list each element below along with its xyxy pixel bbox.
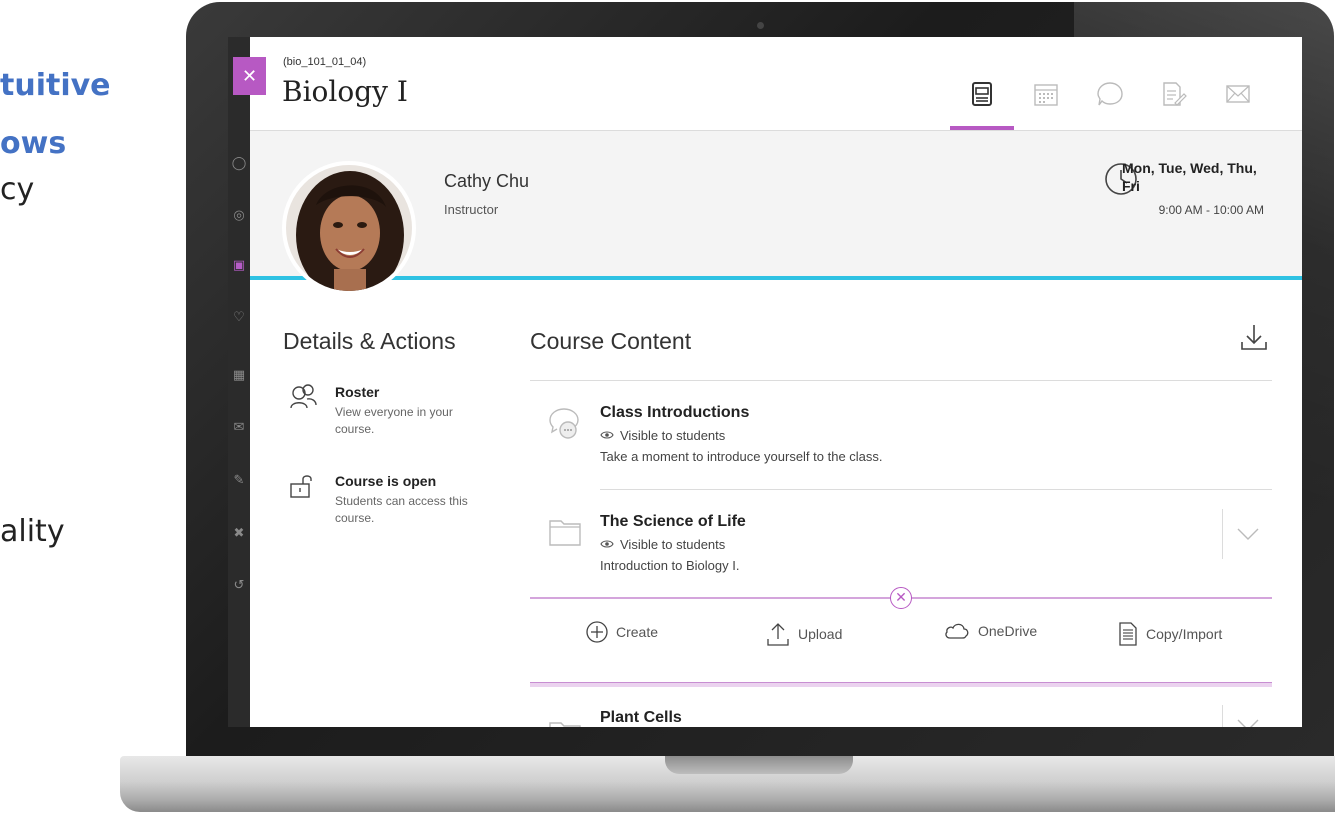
laptop-screen: ◯ ◎ ▣ ♡ ▦ ✉ ✎ ✖ ↺ (bio_101_01_04) Biolog… bbox=[228, 37, 1302, 727]
messages-icon bbox=[1226, 85, 1250, 103]
close-button[interactable]: ✕ bbox=[233, 57, 266, 95]
copy-import-button[interactable]: Copy/Import bbox=[1118, 621, 1222, 647]
onedrive-label: OneDrive bbox=[978, 623, 1038, 639]
folder-icon bbox=[549, 722, 581, 727]
roster-icon bbox=[290, 384, 317, 409]
chevron-down-icon bbox=[1237, 719, 1258, 727]
instructor-name[interactable]: Cathy Chu bbox=[444, 171, 529, 192]
courses-icon[interactable]: ▣ bbox=[231, 257, 247, 273]
plus-circle-icon bbox=[586, 621, 608, 643]
tab-gradebook[interactable] bbox=[1142, 75, 1206, 130]
visibility-label: Visible to students bbox=[620, 428, 726, 443]
chevron-down-icon bbox=[1237, 528, 1258, 540]
course-access-description: Students can access this course. bbox=[335, 494, 468, 525]
office-hours-time: 9:00 AM - 10:00 AM bbox=[1158, 203, 1264, 217]
cloud-icon bbox=[945, 623, 969, 639]
onedrive-button[interactable]: OneDrive bbox=[944, 621, 1037, 641]
instructor-role: Instructor bbox=[444, 202, 499, 217]
calendar-icon[interactable]: ▦ bbox=[231, 367, 247, 383]
create-button[interactable]: Create bbox=[586, 621, 658, 643]
upload-button[interactable]: Upload bbox=[766, 621, 842, 647]
slide-bullet-text: cy bbox=[0, 172, 35, 207]
item-separator bbox=[600, 489, 1272, 490]
tab-course-content[interactable] bbox=[950, 75, 1014, 130]
slide-heading-line1: tuitive bbox=[0, 68, 111, 103]
item-title[interactable]: Plant Cells bbox=[600, 709, 682, 727]
tools-icon[interactable]: ✖ bbox=[231, 525, 247, 541]
tab-messages[interactable] bbox=[1206, 75, 1270, 130]
slide-bullet-text-2: ality bbox=[0, 514, 65, 549]
instructor-photo bbox=[286, 165, 412, 291]
discussion-icon bbox=[549, 408, 579, 439]
calendar-icon bbox=[1034, 84, 1058, 106]
tab-calendar[interactable] bbox=[1014, 75, 1078, 130]
content-item-plant-cells[interactable]: Plant Cells bbox=[530, 705, 1272, 727]
eye-icon bbox=[600, 428, 614, 443]
grades-icon[interactable]: ✎ bbox=[231, 472, 247, 488]
folder-icon bbox=[549, 520, 581, 546]
tab-discussions[interactable] bbox=[1078, 75, 1142, 130]
roster-title: Roster bbox=[335, 384, 380, 400]
gradebook-icon bbox=[1163, 82, 1187, 106]
details-actions-heading: Details & Actions bbox=[283, 328, 456, 354]
globe-icon[interactable]: ◎ bbox=[231, 207, 247, 223]
visibility-label: Visible to students bbox=[620, 537, 726, 552]
laptop-camera bbox=[757, 22, 764, 29]
roster-action[interactable]: Roster View everyone in your course. bbox=[283, 384, 503, 444]
close-add-menu-button[interactable]: ✕ bbox=[890, 587, 912, 609]
messages-icon[interactable]: ✉ bbox=[231, 419, 247, 435]
course-access-title: Course is open bbox=[335, 473, 437, 489]
banner-accent-line bbox=[250, 276, 1302, 280]
laptop-base-notch bbox=[665, 756, 853, 774]
item-title[interactable]: Class Introductions bbox=[600, 404, 749, 422]
content-item-science-of-life[interactable]: The Science of Life Visible to students … bbox=[530, 509, 1272, 583]
item-description: Take a moment to introduce yourself to t… bbox=[600, 449, 883, 464]
sign-out-icon[interactable]: ↺ bbox=[231, 577, 247, 593]
upload-label: Upload bbox=[798, 626, 843, 642]
avatar[interactable] bbox=[282, 161, 416, 295]
course-content-heading: Course Content bbox=[530, 328, 692, 354]
course-panel: (bio_101_01_04) Biology I Cathy Chu Inst… bbox=[250, 37, 1302, 727]
side-nav-rail: ◯ ◎ ▣ ♡ ▦ ✉ ✎ ✖ ↺ bbox=[228, 37, 250, 727]
roster-description: View everyone in your course. bbox=[335, 405, 453, 436]
user-icon[interactable]: ◯ bbox=[231, 155, 247, 171]
copy-import-label: Copy/Import bbox=[1146, 626, 1223, 642]
download-button[interactable] bbox=[1240, 322, 1268, 357]
slide-heading-line2: ows bbox=[0, 126, 67, 161]
create-label: Create bbox=[616, 624, 659, 640]
item-visibility[interactable]: Visible to students bbox=[600, 537, 725, 552]
add-content-bottom-band bbox=[530, 683, 1272, 687]
upload-icon bbox=[767, 623, 789, 646]
item-visibility[interactable]: Visible to students bbox=[600, 428, 725, 443]
discussions-icon bbox=[1097, 82, 1123, 106]
eye-icon bbox=[600, 537, 614, 552]
expand-button[interactable] bbox=[1222, 705, 1272, 727]
content-divider bbox=[530, 380, 1272, 381]
content-item-class-introductions[interactable]: Class Introductions Visible to students … bbox=[530, 404, 1272, 474]
course-id: (bio_101_01_04) bbox=[283, 56, 367, 68]
office-hours-days: Mon, Tue, Wed, Thu, Fri bbox=[1122, 160, 1257, 194]
copy-document-icon bbox=[1119, 622, 1137, 646]
item-description: Introduction to Biology I. bbox=[600, 558, 740, 573]
organizations-icon[interactable]: ♡ bbox=[231, 309, 247, 325]
course-title: Biology I bbox=[282, 75, 408, 108]
expand-button[interactable] bbox=[1222, 509, 1272, 559]
course-content-icon bbox=[972, 82, 992, 106]
item-title[interactable]: The Science of Life bbox=[600, 513, 746, 531]
add-content-bar: Create Upload OneDrive Copy/Import bbox=[530, 599, 1272, 683]
unlock-icon bbox=[290, 475, 312, 498]
course-access-action[interactable]: Course is open Students can access this … bbox=[283, 473, 503, 533]
download-icon bbox=[1241, 325, 1267, 350]
